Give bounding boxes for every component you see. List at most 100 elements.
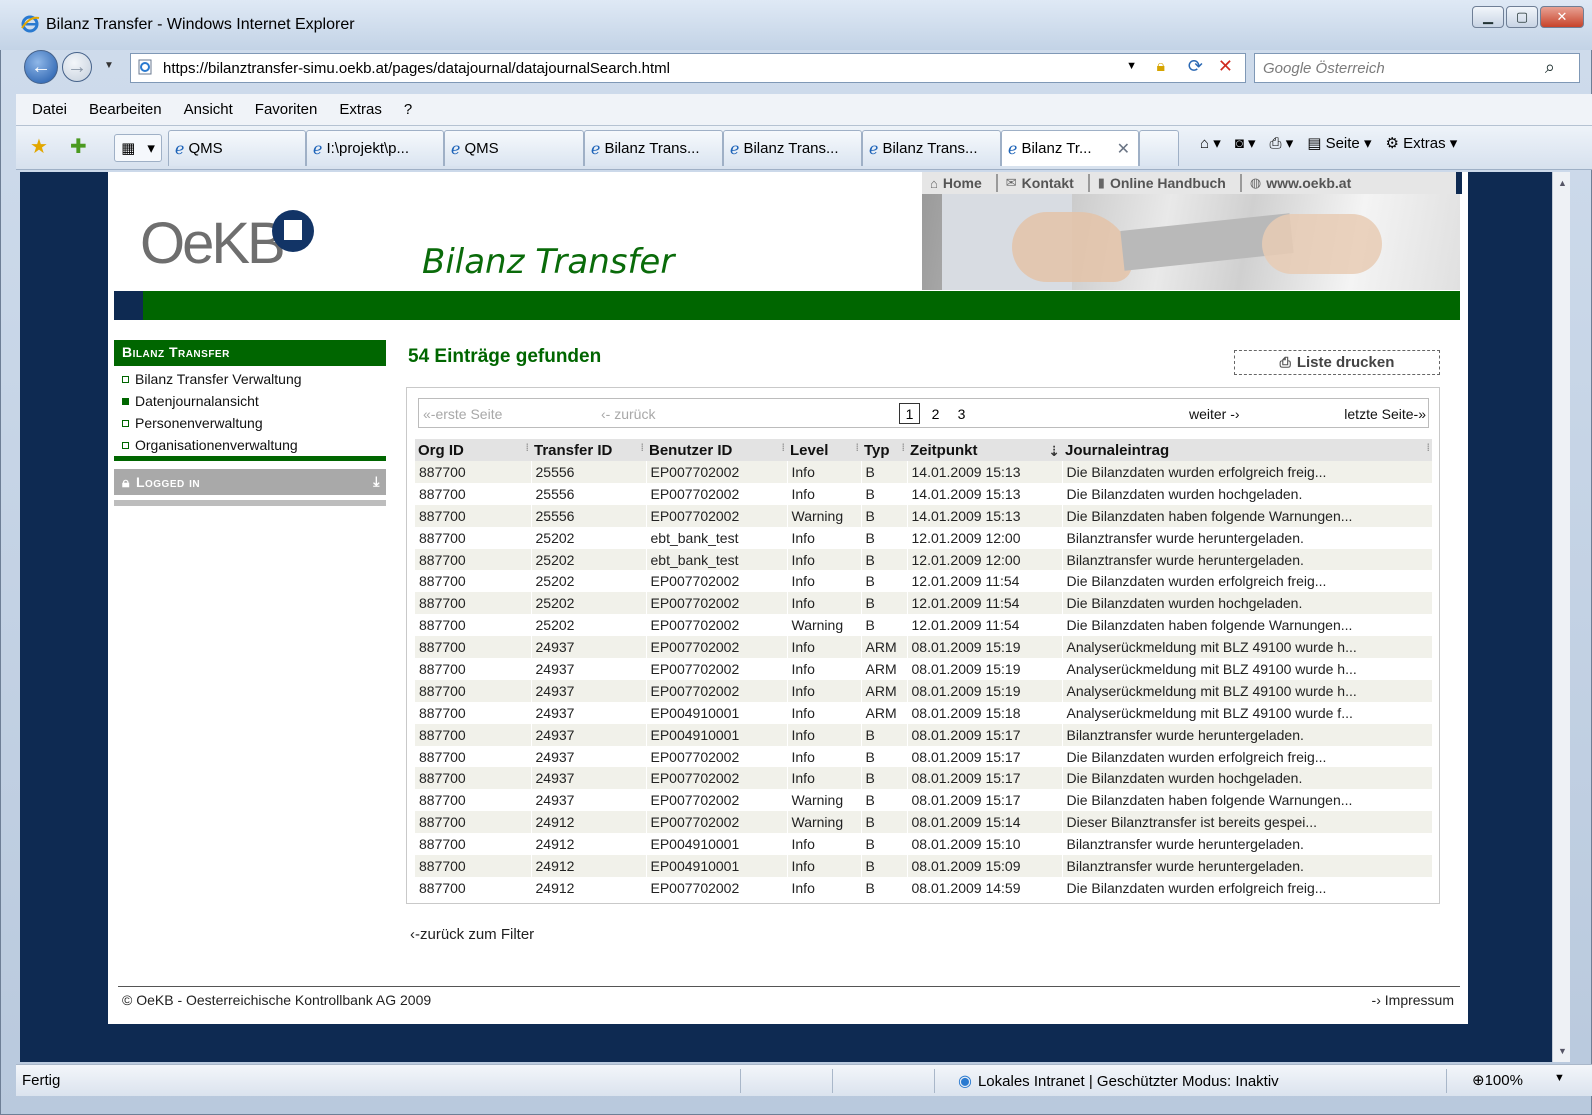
oekb-logo[interactable]: OeKB bbox=[140, 210, 286, 277]
col-typ[interactable]: Typ ⁞ bbox=[861, 439, 907, 461]
tab-qms-2[interactable]: ℯ QMS bbox=[444, 130, 584, 166]
pager-first[interactable]: «-erste Seite bbox=[423, 406, 502, 422]
tab-qms-1[interactable]: ℯ QMS bbox=[168, 130, 306, 166]
add-favorite-icon[interactable]: ✚ bbox=[70, 134, 87, 159]
pager-page-1[interactable]: 1 bbox=[899, 403, 920, 424]
menu-edit[interactable]: Bearbeiten bbox=[89, 101, 162, 118]
maximize-button[interactable]: ▢ bbox=[1506, 6, 1538, 28]
sidebar-item-personen[interactable]: Personenverwaltung bbox=[114, 412, 386, 434]
link-home[interactable]: ⌂ Home bbox=[922, 174, 998, 192]
pager-last[interactable]: letzte Seite-» bbox=[1344, 406, 1426, 422]
page-menu[interactable]: ▤ Seite ▾ bbox=[1307, 134, 1371, 152]
menu-favorites[interactable]: Favoriten bbox=[255, 101, 318, 118]
security-zone[interactable]: ◉ Lokales Intranet | Geschützter Modus: I… bbox=[958, 1071, 1279, 1091]
pager-next[interactable]: weiter -› bbox=[1189, 406, 1240, 422]
link-contact[interactable]: ✉ Kontakt bbox=[998, 174, 1090, 192]
link-oekb[interactable]: ◍ www.oekb.at bbox=[1242, 174, 1365, 192]
sort-desc-icon[interactable]: ⇣ bbox=[1048, 443, 1060, 460]
table-row[interactable]: 887700 25556 EP007702002 Info B 14.01.2009 15… bbox=[415, 461, 1433, 483]
col-benutzer-id[interactable]: Benutzer ID ⁞ bbox=[646, 439, 787, 461]
col-journaleintrag[interactable]: Journaleintrag ⁞ bbox=[1062, 439, 1432, 461]
tab-bilanz-active[interactable]: ℯ Bilanz Tr... ✕ bbox=[1001, 130, 1139, 166]
col-zeitpunkt[interactable]: Zeitpunkt ⇣ bbox=[907, 439, 1062, 461]
table-row[interactable]: 887700 25202 EP007702002 Info B 12.01.2009 11… bbox=[415, 592, 1433, 615]
column-resize-icon[interactable]: ⁞ bbox=[856, 443, 860, 454]
tab-bilanz-2[interactable]: ℯ Bilanz Trans... bbox=[723, 130, 862, 166]
logged-in-panel[interactable]: 🔒︎ Logged in ⤓ bbox=[114, 469, 386, 495]
table-row[interactable]: 887700 24937 EP007702002 Info B 08.01.2009 15… bbox=[415, 767, 1433, 790]
sidebar-item-datenjournal[interactable]: Datenjournalansicht bbox=[114, 390, 386, 412]
col-level[interactable]: Level ⁞ bbox=[787, 439, 861, 461]
table-row[interactable]: 887700 24937 EP007702002 Info ARM 08.01.2009 … bbox=[415, 658, 1433, 680]
column-resize-icon[interactable]: ⁞ bbox=[782, 443, 786, 454]
tab-bilanz-3[interactable]: ℯ Bilanz Trans... bbox=[862, 130, 1001, 166]
stop-icon[interactable]: ✕ bbox=[1218, 56, 1233, 77]
close-button[interactable]: ✕ bbox=[1540, 6, 1584, 28]
history-dropdown-icon[interactable]: ▼ bbox=[104, 60, 114, 71]
table-row[interactable]: 887700 25556 EP007702002 Warning B 14.01.2009… bbox=[415, 504, 1433, 527]
col-transfer-id[interactable]: Transfer ID ⁞ bbox=[531, 439, 646, 461]
print-list-button[interactable]: ⎙ Liste drucken bbox=[1234, 350, 1440, 375]
table-row[interactable]: 887700 25202 EP007702002 Info B 12.01.2009 11… bbox=[415, 570, 1433, 593]
sidebar-item-organisationen[interactable]: Organisationenverwaltung bbox=[114, 434, 386, 456]
zoom-level[interactable]: ⊕100% bbox=[1472, 1071, 1523, 1089]
search-input[interactable]: Google Österreich ⌕ bbox=[1254, 53, 1580, 83]
expand-icon[interactable]: ⤓ bbox=[373, 473, 380, 490]
table-row[interactable]: 887700 25202 ebt_bank_test Info B 12.01.2009 … bbox=[415, 526, 1433, 549]
tab-bilanz-1[interactable]: ℯ Bilanz Trans... bbox=[584, 130, 723, 166]
column-resize-icon[interactable]: ⁞ bbox=[902, 443, 906, 454]
table-row[interactable]: 887700 24937 EP007702002 Info ARM 08.01.2009 … bbox=[415, 636, 1433, 659]
table-row[interactable]: 887700 24937 EP004910001 Info B 08.01.2009 15… bbox=[415, 723, 1433, 746]
pager-page-2[interactable]: 2 bbox=[925, 403, 946, 424]
table-row[interactable]: 887700 25202 EP007702002 Warning B 12.01.2009… bbox=[415, 614, 1433, 637]
table-row[interactable]: 887700 25202 ebt_bank_test Info B 12.01.2009 … bbox=[415, 548, 1433, 571]
refresh-icon[interactable]: ⟳ bbox=[1188, 56, 1203, 77]
address-dropdown-icon[interactable]: ▼ bbox=[1126, 60, 1137, 72]
menu-help[interactable]: ? bbox=[404, 101, 412, 118]
tab-close-icon[interactable]: ✕ bbox=[1117, 139, 1130, 159]
home-icon[interactable]: ⌂ ▾ bbox=[1200, 134, 1221, 152]
journal-table: Org ID ⁞ Transfer ID ⁞ Benutzer ID ⁞ Level ⁞… bbox=[415, 439, 1433, 899]
pager-page-3[interactable]: 3 bbox=[951, 403, 972, 424]
column-resize-icon[interactable]: ⁞ bbox=[1427, 443, 1431, 454]
menu-view[interactable]: Ansicht bbox=[184, 101, 233, 118]
table-row[interactable]: 887700 24937 EP007702002 Info ARM 08.01.2009 … bbox=[415, 679, 1433, 702]
vertical-scrollbar[interactable]: ▲ ▼ bbox=[1552, 172, 1570, 1062]
feeds-icon[interactable]: ◙ ▾ bbox=[1235, 134, 1256, 152]
quick-tabs-button[interactable]: ▦ ▾ bbox=[114, 134, 162, 162]
scroll-down-icon[interactable]: ▼ bbox=[1558, 1046, 1567, 1056]
lock-icon[interactable]: 🔒︎ bbox=[1156, 58, 1165, 76]
impressum-link[interactable]: -› Impressum bbox=[1372, 992, 1454, 1008]
zoom-dropdown-icon[interactable]: ▼ bbox=[1554, 1072, 1565, 1084]
tools-menu[interactable]: ⚙ Extras ▾ bbox=[1385, 134, 1457, 152]
forward-button[interactable]: → bbox=[62, 52, 92, 82]
minimize-button[interactable]: ▁ bbox=[1472, 6, 1504, 28]
table-row[interactable]: 887700 24912 EP004910001 Info B 08.01.2009 15… bbox=[415, 833, 1433, 856]
table-row[interactable]: 887700 24912 EP007702002 Info B 08.01.2009 14… bbox=[415, 876, 1433, 899]
back-to-filter-link[interactable]: ‹-zurück zum Filter bbox=[410, 926, 534, 943]
column-resize-icon[interactable]: ⁞ bbox=[526, 443, 530, 454]
print-icon[interactable]: ⎙ ▾ bbox=[1270, 134, 1294, 152]
sidebar-item-verwaltung[interactable]: Bilanz Transfer Verwaltung bbox=[114, 368, 386, 390]
table-row[interactable]: 887700 24937 EP007702002 Warning B 08.01.2009… bbox=[415, 789, 1433, 812]
back-button[interactable]: ← bbox=[24, 50, 58, 84]
table-row[interactable]: 887700 24912 EP004910001 Info B 08.01.2009 15… bbox=[415, 855, 1433, 877]
menu-file[interactable]: Datei bbox=[32, 101, 67, 118]
favorites-star-icon[interactable]: ★ bbox=[30, 134, 48, 159]
link-handbook[interactable]: ▮ Online Handbuch bbox=[1090, 174, 1242, 192]
table-row[interactable]: 887700 25556 EP007702002 Info B 14.01.2009 15… bbox=[415, 482, 1433, 505]
column-resize-icon[interactable]: ⁞ bbox=[641, 443, 645, 454]
search-icon[interactable]: ⌕ bbox=[1545, 57, 1555, 78]
table-row[interactable]: 887700 24937 EP007702002 Info B 08.01.2009 15… bbox=[415, 745, 1433, 768]
new-tab-button[interactable] bbox=[1139, 130, 1179, 166]
menu-tools[interactable]: Extras bbox=[339, 101, 382, 118]
col-org-id[interactable]: Org ID ⁞ bbox=[415, 439, 531, 461]
pager-prev[interactable]: ‹- zurück bbox=[601, 406, 655, 422]
tab-projekt[interactable]: ℯ I:\projekt\p... bbox=[306, 130, 444, 166]
cell-benutzer-id: ebt_bank_test bbox=[646, 548, 788, 571]
table-row[interactable]: 887700 24912 EP007702002 Warning B 08.01.2009… bbox=[415, 811, 1433, 834]
address-bar[interactable]: https://bilanztransfer-simu.oekb.at/page… bbox=[130, 53, 1246, 83]
table-row[interactable]: 887700 24937 EP004910001 Info ARM 08.01.2009 … bbox=[415, 701, 1433, 724]
url-text[interactable]: https://bilanztransfer-simu.oekb.at/page… bbox=[163, 60, 670, 77]
scroll-up-icon[interactable]: ▲ bbox=[1558, 178, 1567, 188]
